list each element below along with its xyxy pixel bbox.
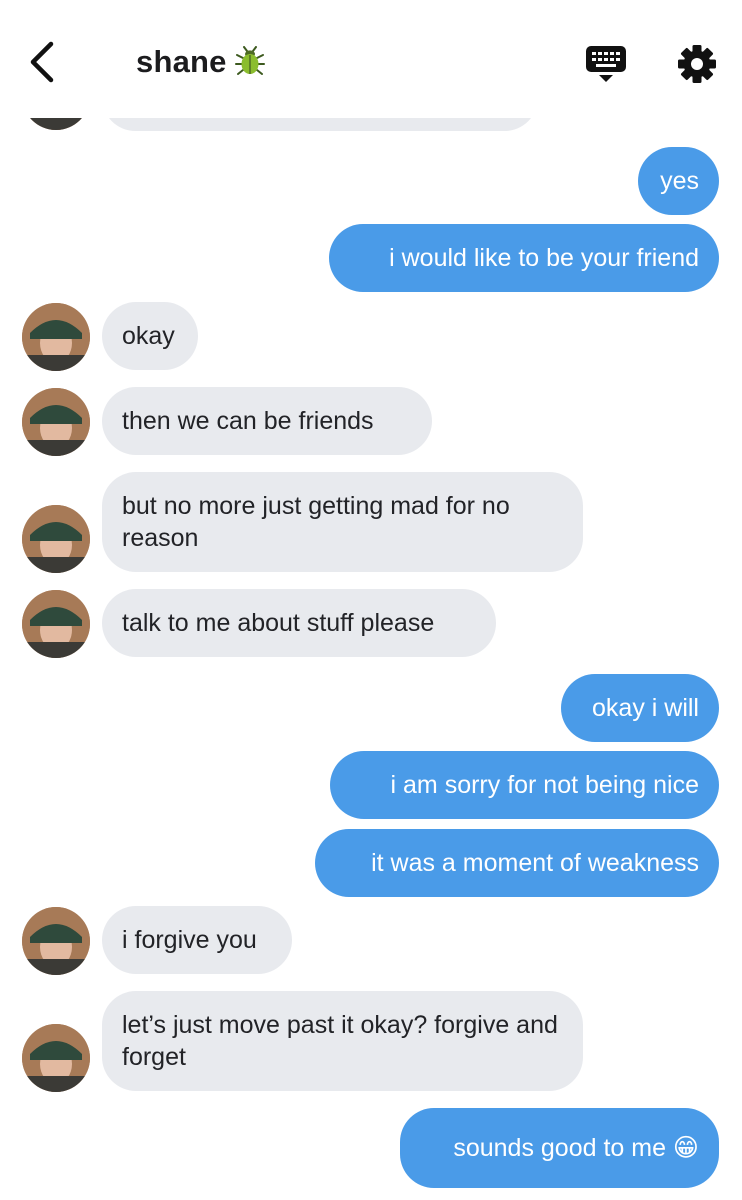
message-bubble-outgoing[interactable]: it was a moment of weakness: [315, 829, 719, 897]
contact-name-title[interactable]: shane: [136, 44, 265, 84]
contact-avatar[interactable]: [22, 907, 90, 975]
message-bubble-outgoing[interactable]: okay i will: [561, 674, 719, 742]
message-bubble-incoming[interactable]: i forgive you: [102, 906, 292, 974]
message-bubble-incoming[interactable]: talk to me about stuff please: [102, 589, 496, 657]
beetle-icon: [234, 46, 265, 84]
back-button[interactable]: [24, 40, 64, 84]
settings-button[interactable]: [675, 42, 719, 86]
chevron-left-icon: [30, 41, 54, 83]
contact-avatar[interactable]: [22, 505, 90, 573]
contact-avatar[interactable]: [22, 303, 90, 371]
contact-name: shane: [136, 44, 227, 79]
contact-avatar[interactable]: [22, 388, 90, 456]
message-bubble-incoming[interactable]: then we can be friends: [102, 387, 432, 455]
message-thread[interactable]: yes i would like to be your friend okay …: [0, 0, 742, 1200]
message-bubble-outgoing[interactable]: sounds good to me 😁: [400, 1108, 719, 1188]
gear-icon: [678, 45, 716, 83]
message-bubble-incoming[interactable]: okay: [102, 302, 198, 370]
contact-avatar[interactable]: [22, 590, 90, 658]
message-bubble-outgoing[interactable]: i am sorry for not being nice: [330, 751, 719, 819]
message-bubble-incoming[interactable]: but no more just getting mad for no reas…: [102, 472, 583, 572]
message-bubble-incoming[interactable]: let’s just move past it okay? forgive an…: [102, 991, 583, 1091]
contact-avatar[interactable]: [22, 1024, 90, 1092]
message-bubble-outgoing[interactable]: i would like to be your friend: [329, 224, 719, 292]
conversation-header: shane: [0, 0, 742, 118]
keyboard-icon: [586, 46, 626, 82]
message-bubble-outgoing[interactable]: yes: [638, 147, 719, 215]
keyboard-button[interactable]: [584, 44, 628, 84]
